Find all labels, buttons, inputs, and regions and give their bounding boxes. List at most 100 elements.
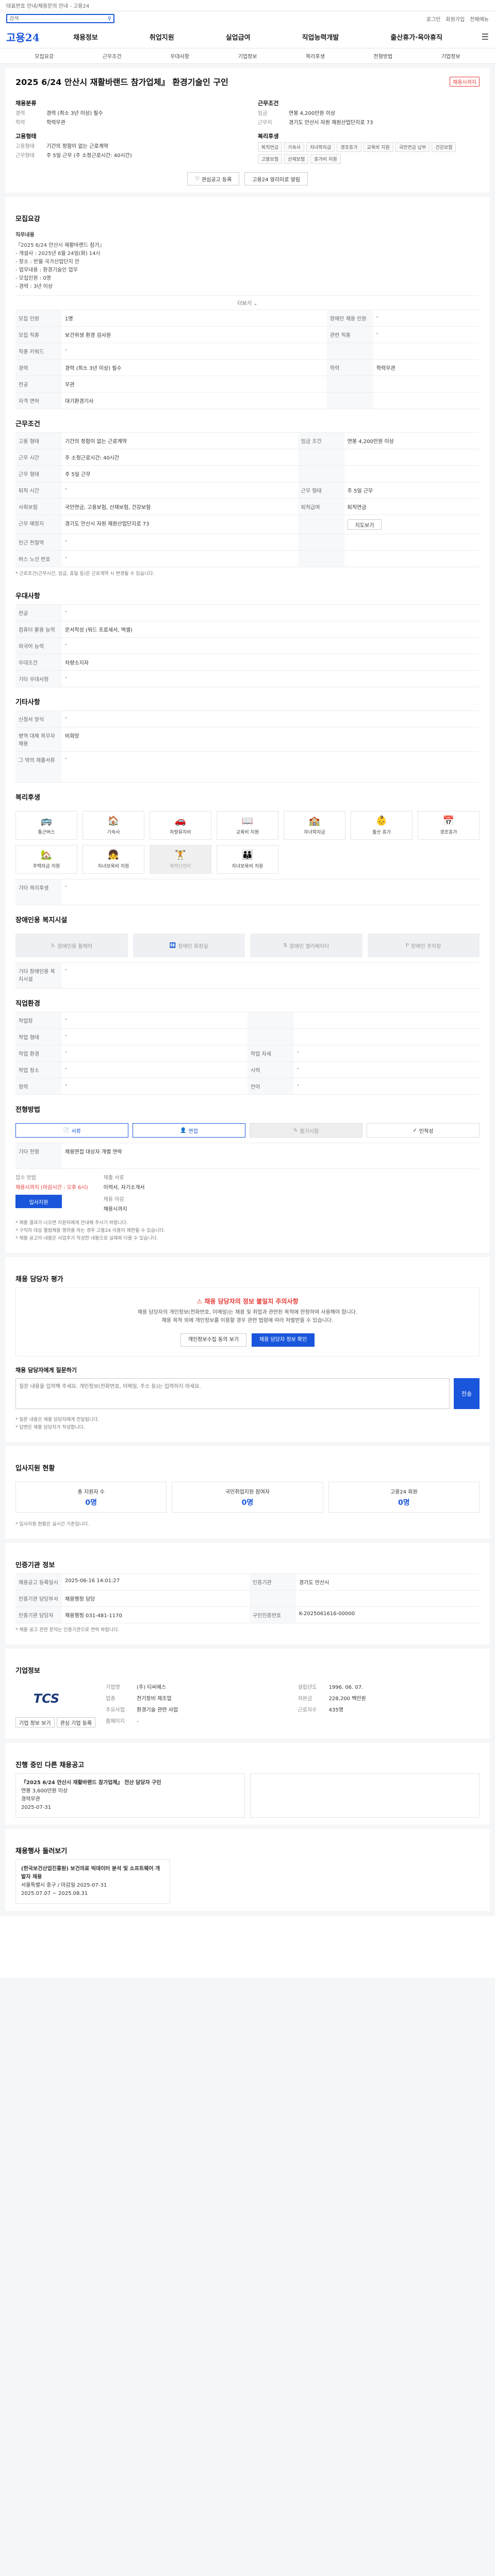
notice-line: * 질문 내용은 채용 담당자에게 전달됩니다. xyxy=(15,1417,100,1422)
section-title: 우대사항 xyxy=(15,592,40,600)
welfare-tag: 자녀학자금 xyxy=(306,142,335,152)
subnav-item[interactable]: 기업정보 xyxy=(441,52,460,60)
gnb-item-leave[interactable]: 출산휴가·육아휴직 xyxy=(390,32,442,42)
table-row: 인증기관 담당자 채용행정 031-481-1170 구인인증번호 K-2025061… xyxy=(15,1606,480,1623)
disability-item: P 장애인 주차장 xyxy=(367,934,480,957)
table-row: 병역 대체 복무자 채용 비희망 xyxy=(15,727,480,752)
comment-form: 전송 xyxy=(15,1378,480,1409)
table-row: 기타 장애인용 복지시설 - xyxy=(15,962,480,989)
hamburger-icon[interactable]: ☰ xyxy=(468,32,489,42)
privacy-consent-button[interactable]: 개인정보수집 동의 보기 xyxy=(180,1333,246,1347)
check-icon: ✓ xyxy=(412,1127,417,1133)
deadline-label: 채용 마감 xyxy=(103,1197,124,1202)
recent-section: 채용행사 둘러보기 (한국보건산업진흥원) 보건의료 빅데이터 분석 및 소프트… xyxy=(5,1829,490,1911)
gnb-item-training[interactable]: 직업능력개발 xyxy=(302,32,339,42)
gnb-item-jobs[interactable]: 채용정보 xyxy=(73,32,98,42)
subnav-item[interactable]: 전형방법 xyxy=(373,52,392,60)
apply-way-label: 접수 방법 xyxy=(15,1175,36,1181)
comment-input[interactable] xyxy=(15,1378,450,1409)
signup-link[interactable]: 회원가입 xyxy=(446,15,465,23)
table-row: 버스 노선 번호 - xyxy=(15,550,480,567)
person-icon: 👤 xyxy=(180,1127,187,1133)
welfare-tag: 휴가비 지원 xyxy=(310,154,341,164)
disability-etc-table: 기타 장애인용 복지시설 - xyxy=(15,962,480,989)
follow-company-button[interactable]: 관심 기업 등록 xyxy=(56,1717,96,1727)
gnb-item-support[interactable]: 취업지원 xyxy=(150,32,174,42)
recruit-table: 모집 인원 1명 장애인 채용 인원 - 모집 직종 보건위생 환경 검사원 관련 직종 -… xyxy=(15,310,480,409)
stat-value: 0명 xyxy=(241,1498,254,1507)
warning-line: 채용 담당자의 개인정보(전화번호, 이메일)는 채용 및 취업과 관련된 목적… xyxy=(137,1310,358,1315)
search-input[interactable] xyxy=(9,15,108,22)
section-title: 입사지원 현황 xyxy=(15,1465,55,1472)
company-info-button[interactable]: 기업 정보 보기 xyxy=(15,1717,55,1727)
family-icon: 👪 xyxy=(241,850,254,860)
subnav-item[interactable]: 복리후생 xyxy=(306,52,325,60)
table-row: 그 밖의 제출서류 - xyxy=(15,751,480,783)
work-note: * 근로조건(근무시간, 임금, 휴일 등)은 근로계약 시 변경될 수 있습니… xyxy=(15,571,155,577)
company-value: 전기장비 제조업 xyxy=(137,1696,172,1702)
warning-heading: 채용 담당자의 정보 불일치 주의사항 xyxy=(204,1298,299,1305)
save-job-button[interactable]: ♡ 관심공고 등록 xyxy=(187,172,240,185)
stat-member: 고용24 회원 0명 xyxy=(328,1482,480,1513)
similar-item[interactable]: 『2025 6/24 안산시 재활바랜드 참가업체』 전산 담당자 구인 연봉 … xyxy=(15,1773,245,1818)
all-menu-link[interactable]: 전체메뉴 xyxy=(470,15,489,23)
disability-grid: ♿ 장애인용 휠체어 🚻 장애인 화장실 ⇅ 장애인 엘리베이터 P 장애인 주차장 xyxy=(15,928,480,962)
company-info: TCS 기업 정보 보기 관심 기업 등록 기업명 (주) 티씨에스 설립년도 19… xyxy=(15,1679,480,1732)
section-title: 기업정보 xyxy=(15,1667,40,1675)
table-row: 근무 형태 주 5일 근무 xyxy=(15,465,480,482)
welfare-tag: 산재보험 xyxy=(284,154,309,164)
table-row: 모집 직종 보건위생 환경 검사원 관련 직종 - xyxy=(15,326,480,343)
event-item[interactable]: (한국보건산업진흥원) 보건의료 빅데이터 분석 및 소프트웨어 개발자 채용 … xyxy=(15,1859,170,1904)
section-title: 인증기관 정보 xyxy=(15,1562,55,1569)
welfare-tag: 퇴직연금 xyxy=(258,142,283,152)
warning-icon: ⚠ xyxy=(196,1298,203,1305)
method-label: 필기시험 xyxy=(300,1128,319,1134)
save-job-label: 관심공고 등록 xyxy=(201,177,232,183)
section-title: 전형방법 xyxy=(15,1106,40,1114)
subnav-item[interactable]: 모집요강 xyxy=(35,52,54,60)
table-row: 인근 전철역 - xyxy=(15,534,480,551)
manage-section: 인증기관 정보 채용공고 등록일시 2025-06-16 14:01:27 인증기관… xyxy=(5,1543,490,1645)
table-row: 청력 - 언어 - xyxy=(15,1078,480,1095)
calendar-icon: 📅 xyxy=(442,816,455,826)
login-link[interactable]: 로그인 xyxy=(426,15,441,23)
subnav-item[interactable]: 우대사항 xyxy=(170,52,189,60)
welfare-item: 🏋 체력단련비 xyxy=(150,845,211,874)
deadline-badge: 채용시까지 xyxy=(450,76,480,87)
search-icon[interactable]: ⚲ xyxy=(108,16,111,22)
share-job-button[interactable]: 고용24 알리미로 알림 xyxy=(244,172,308,185)
stat-total: 총 지원자 수 0명 xyxy=(15,1482,167,1513)
docs-value: 이력서, 자기소개서 xyxy=(103,1185,145,1191)
table-row: 작업장 - xyxy=(15,1012,480,1029)
table-row: 모집 인원 1명 장애인 채용 인원 - xyxy=(15,310,480,327)
wheelchair-icon: ♿ xyxy=(51,942,56,948)
gnb-item-benefit[interactable]: 실업급여 xyxy=(226,32,251,42)
section-title: 채용 담당자에게 질문하기 xyxy=(15,1367,77,1374)
elevator-icon: ⇅ xyxy=(283,942,288,948)
similar-list: 『2025 6/24 안산시 재활바랜드 참가업체』 전산 담당자 구인 연봉 … xyxy=(15,1773,480,1818)
send-button[interactable]: 전송 xyxy=(454,1378,480,1409)
disability-item-label: 장애인 주차장 xyxy=(411,943,441,950)
company-key: 주요사업 xyxy=(106,1707,125,1713)
map-button[interactable]: 지도보기 xyxy=(347,519,382,530)
subnav-item[interactable]: 기업정보 xyxy=(238,52,257,60)
company-value: 228,200 백만원 xyxy=(328,1696,366,1702)
similar-item[interactable] xyxy=(250,1773,480,1818)
status-stats: 총 지원자 수 0명 국민취업지원 참여자 0명 고용24 회원 0명 xyxy=(15,1477,480,1518)
contact-info-button[interactable]: 채용 담당자 정보 확인 xyxy=(252,1333,315,1347)
summary-key: 근무지 xyxy=(258,120,272,126)
apply-button[interactable]: 입사지원 xyxy=(15,1195,62,1208)
welfare-tags: 퇴직연금 기숙사 자녀학자금 경조휴가 교육비 지원 국민연금 납부 건강보험 … xyxy=(258,142,480,164)
site-logo[interactable]: 고용24 xyxy=(6,29,47,44)
subnav-item[interactable]: 근무조건 xyxy=(103,52,122,60)
search-box[interactable]: ⚲ xyxy=(6,14,114,23)
duty-line: - 개설사 : 2025년 6월 24일(화) 14시 xyxy=(15,251,101,257)
table-row: 작업 환경 - 작업 자세 - xyxy=(15,1045,480,1062)
welfare-item: 🚗 차량유지비 xyxy=(150,811,211,840)
heart-icon: ♡ xyxy=(194,176,200,182)
more-link[interactable]: 더보기 ⌄ xyxy=(15,295,480,310)
welfare-item-label: 경조휴가 xyxy=(440,830,457,835)
house-icon: 🏡 xyxy=(40,850,53,860)
disability-item-label: 장애인 화장실 xyxy=(178,943,208,950)
section-title: 근무조건 xyxy=(15,420,40,428)
